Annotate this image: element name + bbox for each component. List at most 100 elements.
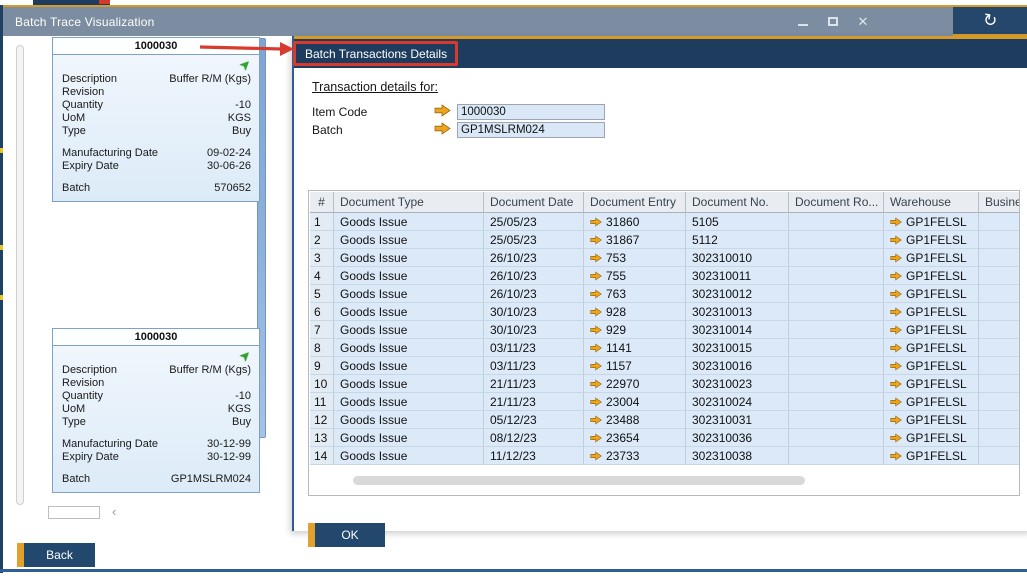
link-arrow-icon[interactable] xyxy=(590,451,602,461)
table-cell[interactable] xyxy=(979,303,1020,321)
close-button[interactable]: ✕ xyxy=(856,15,870,29)
table-row[interactable]: 9Goods Issue03/11/231157302310016 GP1FELS… xyxy=(310,357,1020,375)
table-cell[interactable]: 12 xyxy=(310,411,334,429)
table-cell[interactable]: GP1FELSL xyxy=(884,303,979,321)
link-arrow-icon[interactable] xyxy=(590,253,602,263)
link-arrow-icon[interactable] xyxy=(590,217,602,227)
table-header-cell[interactable]: Document Type xyxy=(334,192,484,213)
table-cell[interactable] xyxy=(789,321,884,339)
table-row[interactable]: 11Goods Issue21/11/2323004302310024GP1FE… xyxy=(310,393,1020,411)
link-arrow-icon[interactable] xyxy=(434,104,451,120)
table-cell[interactable]: 5105 xyxy=(686,213,789,231)
table-cell[interactable]: 22970 xyxy=(584,375,686,393)
table-cell[interactable] xyxy=(789,285,884,303)
table-cell[interactable] xyxy=(789,393,884,411)
table-cell[interactable]: 23004 xyxy=(584,393,686,411)
maximize-button[interactable] xyxy=(826,15,840,29)
table-header-cell[interactable]: # xyxy=(310,192,334,213)
table-row[interactable]: 6Goods Issue30/10/23928302310013GP1FELSL xyxy=(310,303,1020,321)
table-cell[interactable]: 302310024 xyxy=(686,393,789,411)
table-cell[interactable]: GP1FELSL xyxy=(884,213,979,231)
table-cell[interactable] xyxy=(979,357,1020,375)
table-row[interactable]: 5Goods Issue26/10/23763302310012GP1FELSL xyxy=(310,285,1020,303)
table-cell[interactable]: 6 xyxy=(310,303,334,321)
table-cell[interactable]: 03/11/23 xyxy=(484,357,584,375)
table-cell[interactable]: 9 xyxy=(310,357,334,375)
table-cell[interactable]: Goods Issue xyxy=(334,411,484,429)
link-arrow-icon[interactable] xyxy=(590,307,602,317)
table-cell[interactable] xyxy=(789,231,884,249)
table-cell[interactable]: 302310015 xyxy=(686,339,789,357)
table-cell[interactable]: GP1FELSL xyxy=(884,447,979,465)
table-cell[interactable] xyxy=(789,375,884,393)
table-cell[interactable]: 1 xyxy=(310,213,334,231)
table-cell[interactable]: GP1FELSL xyxy=(884,393,979,411)
link-arrow-icon[interactable] xyxy=(890,415,902,425)
link-arrow-icon[interactable] xyxy=(890,235,902,245)
table-row[interactable]: 14Goods Issue11/12/2323733302310038GP1FE… xyxy=(310,447,1020,465)
link-arrow-icon[interactable] xyxy=(890,217,902,227)
table-row[interactable]: 7Goods Issue30/10/23929302310014GP1FELSL xyxy=(310,321,1020,339)
table-cell[interactable] xyxy=(979,411,1020,429)
table-cell[interactable]: GP1FELSL xyxy=(884,321,979,339)
link-arrow-icon[interactable] xyxy=(590,397,602,407)
table-cell[interactable]: 31867 xyxy=(584,231,686,249)
table-row[interactable]: 4Goods Issue26/10/23755302310011GP1FELSL xyxy=(310,267,1020,285)
table-cell[interactable] xyxy=(979,267,1020,285)
table-cell[interactable]: 8 xyxy=(310,339,334,357)
table-cell[interactable]: 302310014 xyxy=(686,321,789,339)
table-cell[interactable]: 14 xyxy=(310,447,334,465)
table-cell[interactable]: GP1FELSL xyxy=(884,339,979,357)
link-arrow-icon[interactable] xyxy=(590,379,602,389)
table-cell[interactable]: 10 xyxy=(310,375,334,393)
table-cell[interactable] xyxy=(979,249,1020,267)
batch-trace-card[interactable]: 1000030➤DescriptionBuffer R/M (Kgs)Revis… xyxy=(52,328,260,493)
table-header-cell[interactable]: Document Date xyxy=(484,192,584,213)
link-arrow-icon[interactable] xyxy=(590,343,602,353)
table-cell[interactable] xyxy=(979,375,1020,393)
link-arrow-icon[interactable] xyxy=(890,397,902,407)
link-arrow-icon[interactable] xyxy=(890,433,902,443)
table-cell[interactable]: 4 xyxy=(310,267,334,285)
table-cell[interactable]: 1141 xyxy=(584,339,686,357)
scroll-left-icon[interactable]: ‹ xyxy=(112,504,116,519)
table-cell[interactable]: GP1FELSL xyxy=(884,267,979,285)
table-header-cell[interactable]: Document No. xyxy=(686,192,789,213)
link-arrow-icon[interactable] xyxy=(590,271,602,281)
link-arrow-icon[interactable] xyxy=(890,289,902,299)
table-cell[interactable] xyxy=(979,285,1020,303)
trace-panel-scroll-corner[interactable] xyxy=(48,506,100,519)
table-cell[interactable]: 302310036 xyxy=(686,429,789,447)
link-arrow-icon[interactable] xyxy=(890,343,902,353)
table-cell[interactable]: Goods Issue xyxy=(334,393,484,411)
table-header-cell[interactable]: Warehouse xyxy=(884,192,979,213)
table-row[interactable]: 8Goods Issue03/11/231141302310015GP1FELS… xyxy=(310,339,1020,357)
table-cell[interactable]: GP1FELSL xyxy=(884,357,979,375)
table-cell[interactable]: Goods Issue xyxy=(334,357,484,375)
table-cell[interactable]: 1157 xyxy=(584,357,686,375)
table-cell[interactable] xyxy=(789,357,884,375)
table-row[interactable]: 2Goods Issue25/05/23318675112GP1FELSL xyxy=(310,231,1020,249)
dialog-header[interactable]: Batch Transactions Details xyxy=(294,39,1027,68)
table-row[interactable]: 3Goods Issue26/10/23753302310010GP1FELSL xyxy=(310,249,1020,267)
table-cell[interactable]: 302310016 xyxy=(686,357,789,375)
link-arrow-icon[interactable] xyxy=(890,379,902,389)
table-cell[interactable]: 25/05/23 xyxy=(484,213,584,231)
table-cell[interactable]: 302310010 xyxy=(686,249,789,267)
link-arrow-icon[interactable] xyxy=(434,122,451,138)
table-row[interactable]: 10Goods Issue21/11/2322970302310023GP1FE… xyxy=(310,375,1020,393)
table-cell[interactable]: 302310011 xyxy=(686,267,789,285)
table-cell[interactable]: 26/10/23 xyxy=(484,285,584,303)
table-row[interactable]: 1Goods Issue25/05/23318605105GP1FELSL xyxy=(310,213,1020,231)
table-cell[interactable]: 13 xyxy=(310,429,334,447)
table-cell[interactable]: Goods Issue xyxy=(334,249,484,267)
link-arrow-icon[interactable] xyxy=(890,451,902,461)
table-cell[interactable]: Goods Issue xyxy=(334,213,484,231)
table-cell[interactable] xyxy=(789,447,884,465)
table-header-cell[interactable]: Document Entry xyxy=(584,192,686,213)
back-button[interactable]: Back xyxy=(17,543,95,567)
table-cell[interactable]: 302310023 xyxy=(686,375,789,393)
table-cell[interactable]: 302310013 xyxy=(686,303,789,321)
table-cell[interactable]: GP1FELSL xyxy=(884,429,979,447)
table-cell[interactable] xyxy=(979,321,1020,339)
